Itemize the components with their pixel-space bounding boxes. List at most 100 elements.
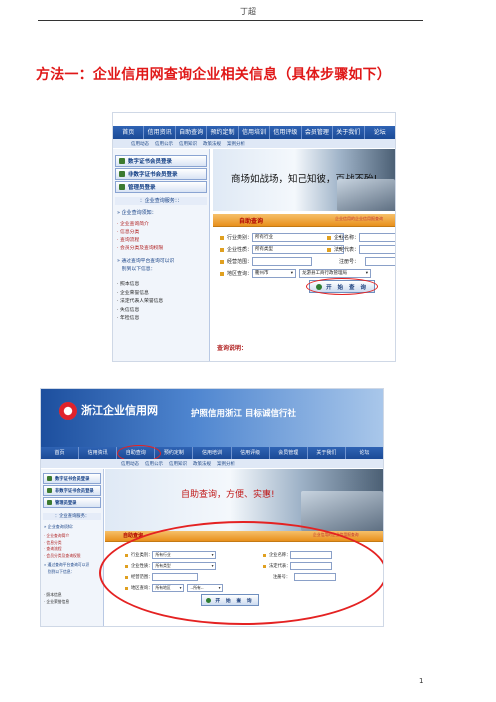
nav-home[interactable]: 首页 — [41, 447, 80, 459]
site-slogan: 护照信用浙江 目标诚信行社 — [191, 409, 296, 419]
cert-login-label: 数字证书会员登录 — [128, 159, 173, 165]
certificate-icon — [47, 476, 52, 481]
banner-text: 自助查询，方便、实惠! — [181, 490, 275, 500]
bullet-icon — [327, 235, 331, 240]
nav-rating[interactable]: 信用评级 — [232, 447, 270, 459]
nav-training[interactable]: 信用培训 — [239, 126, 271, 139]
bullet-icon — [220, 247, 224, 252]
info-item[interactable]: · 照本信息 — [44, 591, 69, 598]
site-name: 浙江企业信用网 — [81, 404, 158, 417]
nav-credit-news[interactable]: 信用资讯 — [144, 126, 176, 139]
legal-label: 法定代表： — [334, 247, 360, 253]
main-nav: 首页 信用资讯 自助查询 预约定制 信用培训 信用评级 会员管理 关于我们 论坛 — [113, 126, 395, 139]
bullet-icon — [327, 247, 331, 252]
city-select[interactable]: 衢州市 ▾ — [252, 269, 297, 278]
type-label: 企业性质： — [227, 247, 253, 253]
admin-icon — [47, 500, 52, 505]
subnav-item[interactable]: 政策法规 — [203, 141, 221, 147]
nav-self-query[interactable]: 自助查询 — [176, 126, 208, 139]
scope-row: 经营范围： — [220, 257, 313, 266]
subnav-item[interactable]: 案例分析 — [217, 461, 235, 467]
admin-icon — [119, 184, 125, 190]
legal-rep-input[interactable] — [359, 245, 395, 254]
nav-forum[interactable]: 论坛 — [365, 126, 395, 139]
subnav-item[interactable]: 案例分析 — [227, 141, 245, 147]
banner: 商场如战场，知己知彼，百战不殆! — [213, 149, 395, 211]
cert-login-button[interactable]: 数字证书会员登录 — [43, 473, 101, 484]
main-nav: 首页 信用资讯 自助查询 预约定制 信用培训 信用评级 会员管理 关于我们 论坛 — [41, 447, 383, 459]
industry-row: 行业类别： 所有行业 ▾ — [220, 233, 345, 242]
site-header: 浙江企业信用网 护照信用浙江 目标诚信行社 — [41, 389, 383, 447]
info-item[interactable]: · 企业荣誉信息 — [44, 598, 69, 605]
subnav-item[interactable]: 信用公示 — [145, 461, 163, 467]
info-list: · 照本信息 · 企业荣誉信息 · 法定代表人荣誉信息 · 失信信息 · 年检信… — [117, 281, 163, 324]
noncert-login-button[interactable]: 非数字证书会员登录 — [115, 168, 207, 180]
nav-member[interactable]: 会员管理 — [302, 126, 334, 139]
nav-member[interactable]: 会员管理 — [270, 447, 308, 459]
region-label: 地区查询： — [227, 271, 253, 277]
subnav-item[interactable]: 信用动态 — [121, 461, 139, 467]
user-icon — [47, 488, 52, 493]
info-item[interactable]: · 企业荣誉信息 — [117, 290, 163, 299]
chevron-down-icon: ▾ — [290, 271, 294, 276]
site-logo-icon — [59, 402, 77, 420]
nav-rating[interactable]: 信用评级 — [270, 126, 302, 139]
info-item[interactable]: · 法定代表人荣誉信息 — [117, 298, 163, 307]
query-tab[interactable]: 自助查询 — [239, 216, 263, 225]
admin-login-label: 管理员登录 — [128, 185, 156, 191]
side-link[interactable]: · 查询流程 — [117, 237, 163, 245]
nav-training[interactable]: 信用培训 — [193, 447, 232, 459]
notice-title: » 企业查询须知： — [44, 524, 76, 529]
company-name-input[interactable] — [359, 233, 395, 242]
admin-login-label: 管理员登录 — [55, 500, 77, 506]
nav-forum[interactable]: 论坛 — [346, 447, 383, 459]
authorized-title: » 通过查询平台查询可以识 — [117, 259, 175, 264]
nav-credit-news[interactable]: 信用资讯 — [79, 447, 118, 459]
nav-booking[interactable]: 预约定制 — [155, 447, 194, 459]
side-link[interactable]: · 企业查询简介 — [117, 221, 163, 229]
reg-row: 注册号： — [339, 257, 395, 266]
region-row: 地区查询： 衢州市 ▾ 龙游县工商行政管理局 ▾ — [220, 269, 372, 278]
admin-login-button[interactable]: 管理员登录 — [43, 497, 101, 508]
noncert-login-button[interactable]: 非数字证书会员登录 — [43, 485, 101, 496]
subnav-item[interactable]: 信用公示 — [155, 141, 173, 147]
scope-input[interactable] — [252, 257, 313, 266]
sidebar: 数字证书会员登录 非数字证书会员登录 管理员登录 ：企业查询服务： » 企业查询… — [41, 469, 104, 626]
info-item[interactable]: · 年检信息 — [117, 315, 163, 324]
sidebar: 数字证书会员登录 非数字证书会员登录 管理员登录 ：企业查询服务：： » 企业查… — [113, 149, 210, 361]
page-number: 1 — [419, 677, 424, 685]
legal-row: 法定代表： — [327, 245, 395, 254]
name-label: 企业名称： — [334, 235, 360, 241]
admin-login-button[interactable]: 管理员登录 — [115, 181, 207, 193]
nav-about[interactable]: 关于我们 — [308, 447, 346, 459]
subnav-item[interactable]: 信用知识 — [179, 141, 197, 147]
nav-about[interactable]: 关于我们 — [333, 126, 365, 139]
subnav-item[interactable]: 政策法规 — [193, 461, 211, 467]
cert-login-button[interactable]: 数字证书会员登录 — [115, 155, 207, 167]
page-heading: 方法一：企业信用网查询企业相关信息（具体步骤如下） — [36, 67, 391, 83]
bullet-icon — [220, 235, 224, 240]
industry-select-value: 所有行业 — [255, 235, 274, 240]
nav-booking[interactable]: 预约定制 — [207, 126, 239, 139]
query-note: 企业信用的企业信用报查询 — [335, 216, 383, 221]
query-description-label: 查询说明： — [217, 345, 248, 352]
scope-label: 经营范围： — [227, 259, 253, 265]
noncert-login-label: 非数字证书会员登录 — [128, 172, 178, 178]
authorized-sub: 别到以下信息： — [44, 569, 75, 574]
nav-home[interactable]: 首页 — [113, 126, 145, 139]
subnav-item[interactable]: 信用动态 — [131, 141, 149, 147]
noncert-login-label: 非数字证书会员登录 — [55, 488, 94, 494]
side-link[interactable]: · 会员分类及查询权限 — [117, 245, 163, 253]
type-row: 企业性质： 所有类型 ▾ — [220, 245, 345, 254]
bureau-select[interactable]: 龙游县工商行政管理局 ▾ — [299, 269, 372, 278]
notice-links: · 企业查询简介 · 信息分类 · 查询流程 · 会员分类及查询权限 — [44, 533, 81, 559]
side-link[interactable]: · 会员分类及查询权限 — [44, 553, 81, 560]
info-item[interactable]: · 失信信息 — [117, 307, 163, 316]
user-icon — [119, 171, 125, 177]
reg-number-input[interactable] — [365, 257, 395, 266]
side-link[interactable]: · 信息分类 — [117, 229, 163, 237]
subnav-item[interactable]: 信用知识 — [169, 461, 187, 467]
notice-title: » 企业查询须知： — [117, 210, 157, 216]
annotation-circle — [306, 278, 378, 295]
info-item[interactable]: · 照本信息 — [117, 281, 163, 290]
